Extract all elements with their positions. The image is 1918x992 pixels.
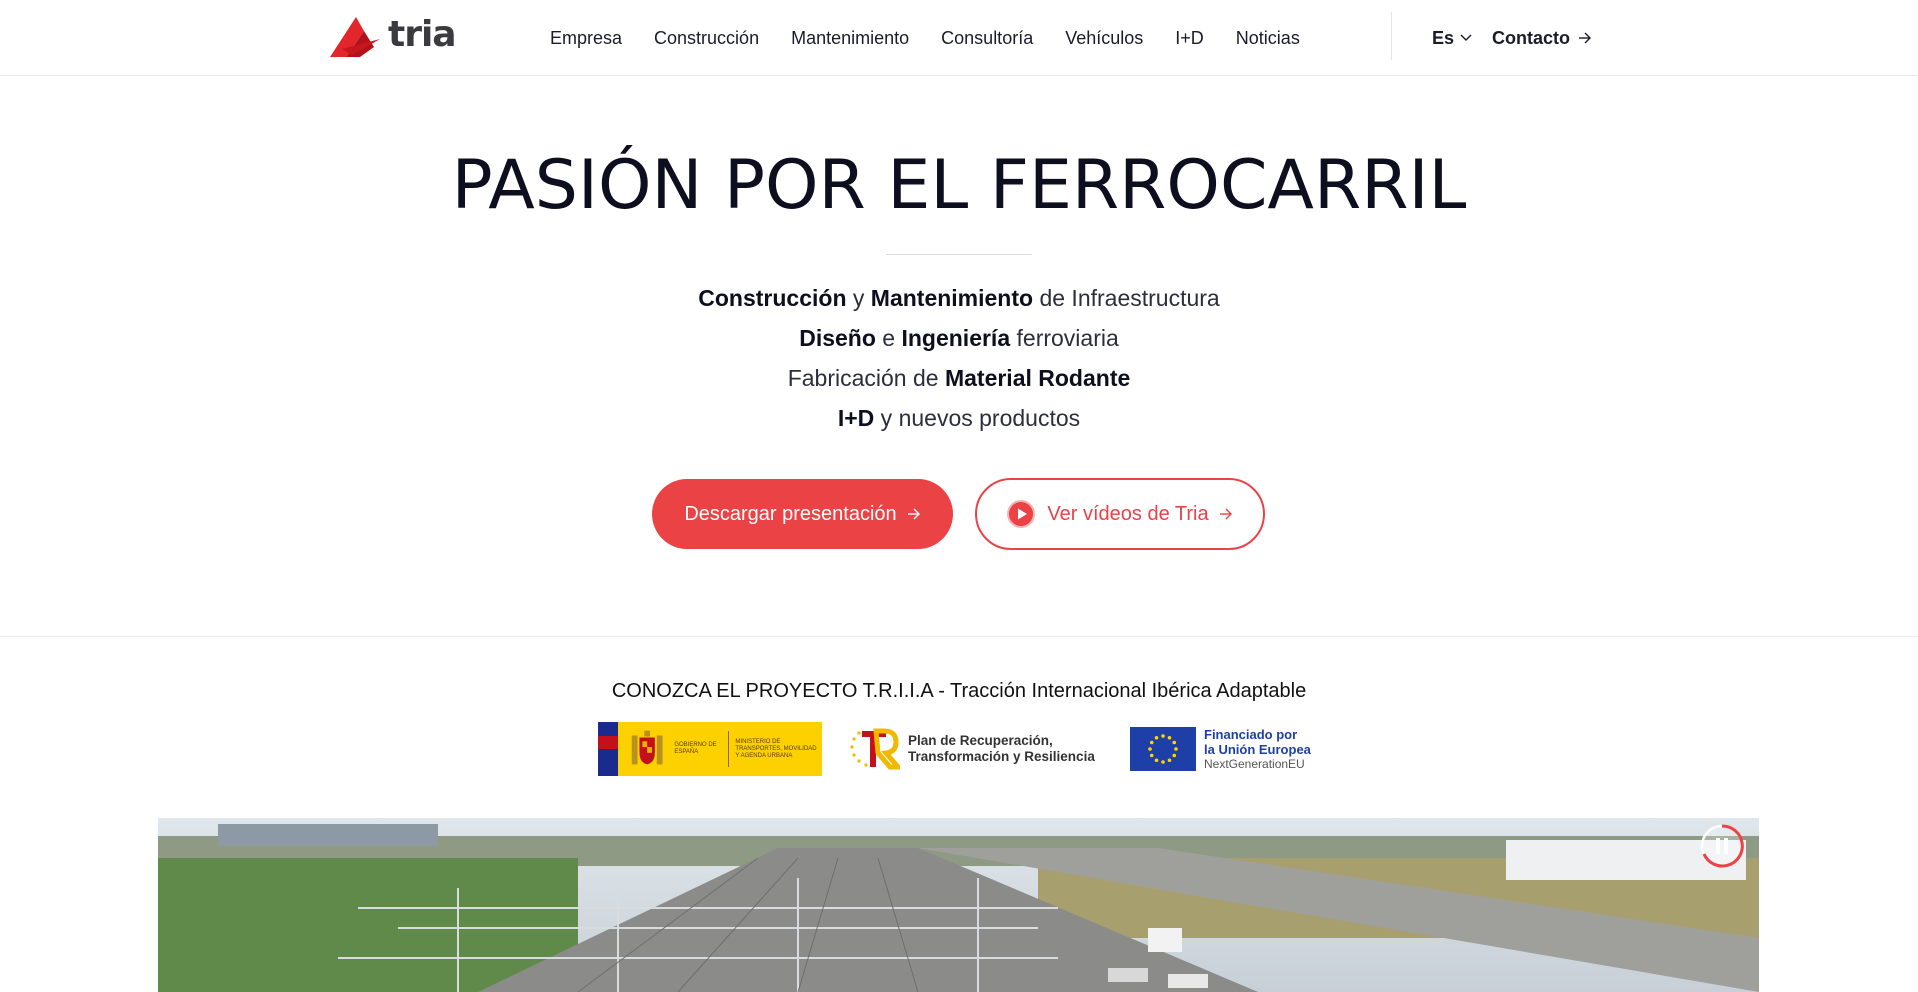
recovery-plan-logo: Plan de Recuperación, Transformación y R…: [848, 722, 1102, 776]
service-line-1: Construcción y Mantenimiento de Infraest…: [0, 278, 1918, 318]
spain-gov-label: GOBIERNO DE ESPAÑA: [674, 742, 717, 755]
eu-funding-logo: Financiado por la Unión Europea NextGene…: [1130, 722, 1320, 776]
main-nav: Empresa Construcción Mantenimiento Consu…: [550, 0, 1332, 76]
eu-line-3: NextGenerationEU: [1204, 756, 1305, 771]
nav-noticias[interactable]: Noticias: [1236, 28, 1300, 49]
service-connector: y: [846, 285, 871, 311]
service-ingenieria: Ingeniería: [901, 325, 1011, 351]
eu-star: [1161, 734, 1165, 738]
nav-construccion[interactable]: Construcción: [654, 28, 759, 49]
service-connector: e: [875, 325, 902, 351]
eu-star: [1149, 753, 1154, 758]
prtr-line-2: Transformación y Resiliencia: [908, 749, 1095, 764]
eu-star: [1174, 747, 1178, 751]
eu-star: [1154, 735, 1159, 740]
nav-mantenimiento[interactable]: Mantenimiento: [791, 28, 909, 49]
arrow-right-icon: [1579, 32, 1591, 44]
tria-logo[interactable]: tria: [330, 13, 457, 60]
play-icon: [1007, 500, 1036, 528]
coat-of-arms-icon: [631, 730, 663, 765]
service-id: I+D: [837, 405, 875, 431]
nav-consultoria[interactable]: Consultoría: [941, 28, 1033, 49]
nav-empresa[interactable]: Empresa: [550, 28, 622, 49]
watch-videos-button[interactable]: Ver vídeos de Tria: [975, 478, 1265, 550]
eu-star: [1161, 760, 1165, 764]
eu-star: [1172, 753, 1177, 758]
service-suffix: y nuevos productos: [874, 405, 1081, 431]
site-header: tria Empresa Construcción Mantenimiento …: [0, 0, 1918, 76]
eu-star: [1172, 740, 1177, 745]
hero-video[interactable]: [158, 818, 1759, 992]
hero-title: PASIÓN POR EL FERROCARRIL: [451, 146, 1467, 225]
header-divider: [1391, 12, 1392, 60]
service-material-rodante: Material Rodante: [944, 365, 1131, 391]
service-prefix: Fabricación de: [787, 365, 945, 391]
nav-id[interactable]: I+D: [1175, 28, 1204, 49]
contact-label: Contacto: [1492, 27, 1570, 48]
prtr-line-1: Plan de Recuperación,: [908, 733, 1053, 748]
spain-government-logo: GOBIERNO DE ESPAÑA MINISTERIO DE TRANSPO…: [598, 722, 822, 776]
service-line-4: I+D y nuevos productos: [0, 398, 1918, 438]
service-line-2: Diseño e Ingeniería ferroviaria: [0, 318, 1918, 358]
service-construccion: Construcción: [698, 285, 847, 311]
project-title[interactable]: CONOZCA EL PROYECTO T.R.I.I.A - Tracción…: [0, 680, 1918, 703]
railway-video-frame: [158, 818, 1759, 992]
hero-services: Construcción y Mantenimiento de Infraest…: [0, 278, 1918, 438]
service-suffix: de Infraestructura: [1033, 285, 1220, 311]
spain-flag-icon: [598, 722, 618, 776]
eu-flag-icon: [1130, 727, 1196, 771]
eu-line-2: la Unión Europea: [1204, 741, 1311, 757]
ministry-label: MINISTERIO DE TRANSPORTES, MOVILIDAD Y A…: [735, 738, 817, 759]
video-pause-button[interactable]: [1700, 824, 1744, 868]
language-label: Es: [1432, 27, 1455, 48]
eu-line-1: Financiado por: [1204, 726, 1298, 742]
arrow-right-icon: [907, 508, 920, 520]
service-suffix: ferroviaria: [1010, 325, 1119, 351]
download-presentation-label: Descargar presentación: [684, 502, 897, 525]
chevron-down-icon: [1460, 34, 1472, 41]
language-selector[interactable]: Es: [1432, 0, 1472, 76]
pause-icon: [1700, 824, 1744, 868]
eu-star: [1149, 740, 1154, 745]
watch-videos-label: Ver vídeos de Tria: [1047, 502, 1209, 525]
arrow-right-icon: [1219, 508, 1232, 520]
download-presentation-button[interactable]: Descargar presentación: [652, 479, 953, 549]
service-line-3: Fabricación de Material Rodante: [0, 358, 1918, 398]
nav-vehiculos[interactable]: Vehículos: [1065, 28, 1143, 49]
eu-star: [1167, 758, 1172, 763]
logo-text: tria: [388, 13, 457, 55]
contact-link[interactable]: Contacto: [1492, 0, 1592, 76]
hero-divider: [886, 254, 1032, 255]
service-mantenimiento: Mantenimiento: [870, 285, 1034, 311]
eu-star: [1167, 735, 1172, 740]
logo-mark-icon: [330, 17, 380, 57]
service-diseno: Diseño: [799, 325, 876, 351]
section-divider: [0, 636, 1918, 637]
eu-star: [1154, 758, 1159, 763]
prtr-mark-icon: [850, 728, 900, 770]
eu-star: [1148, 747, 1152, 751]
